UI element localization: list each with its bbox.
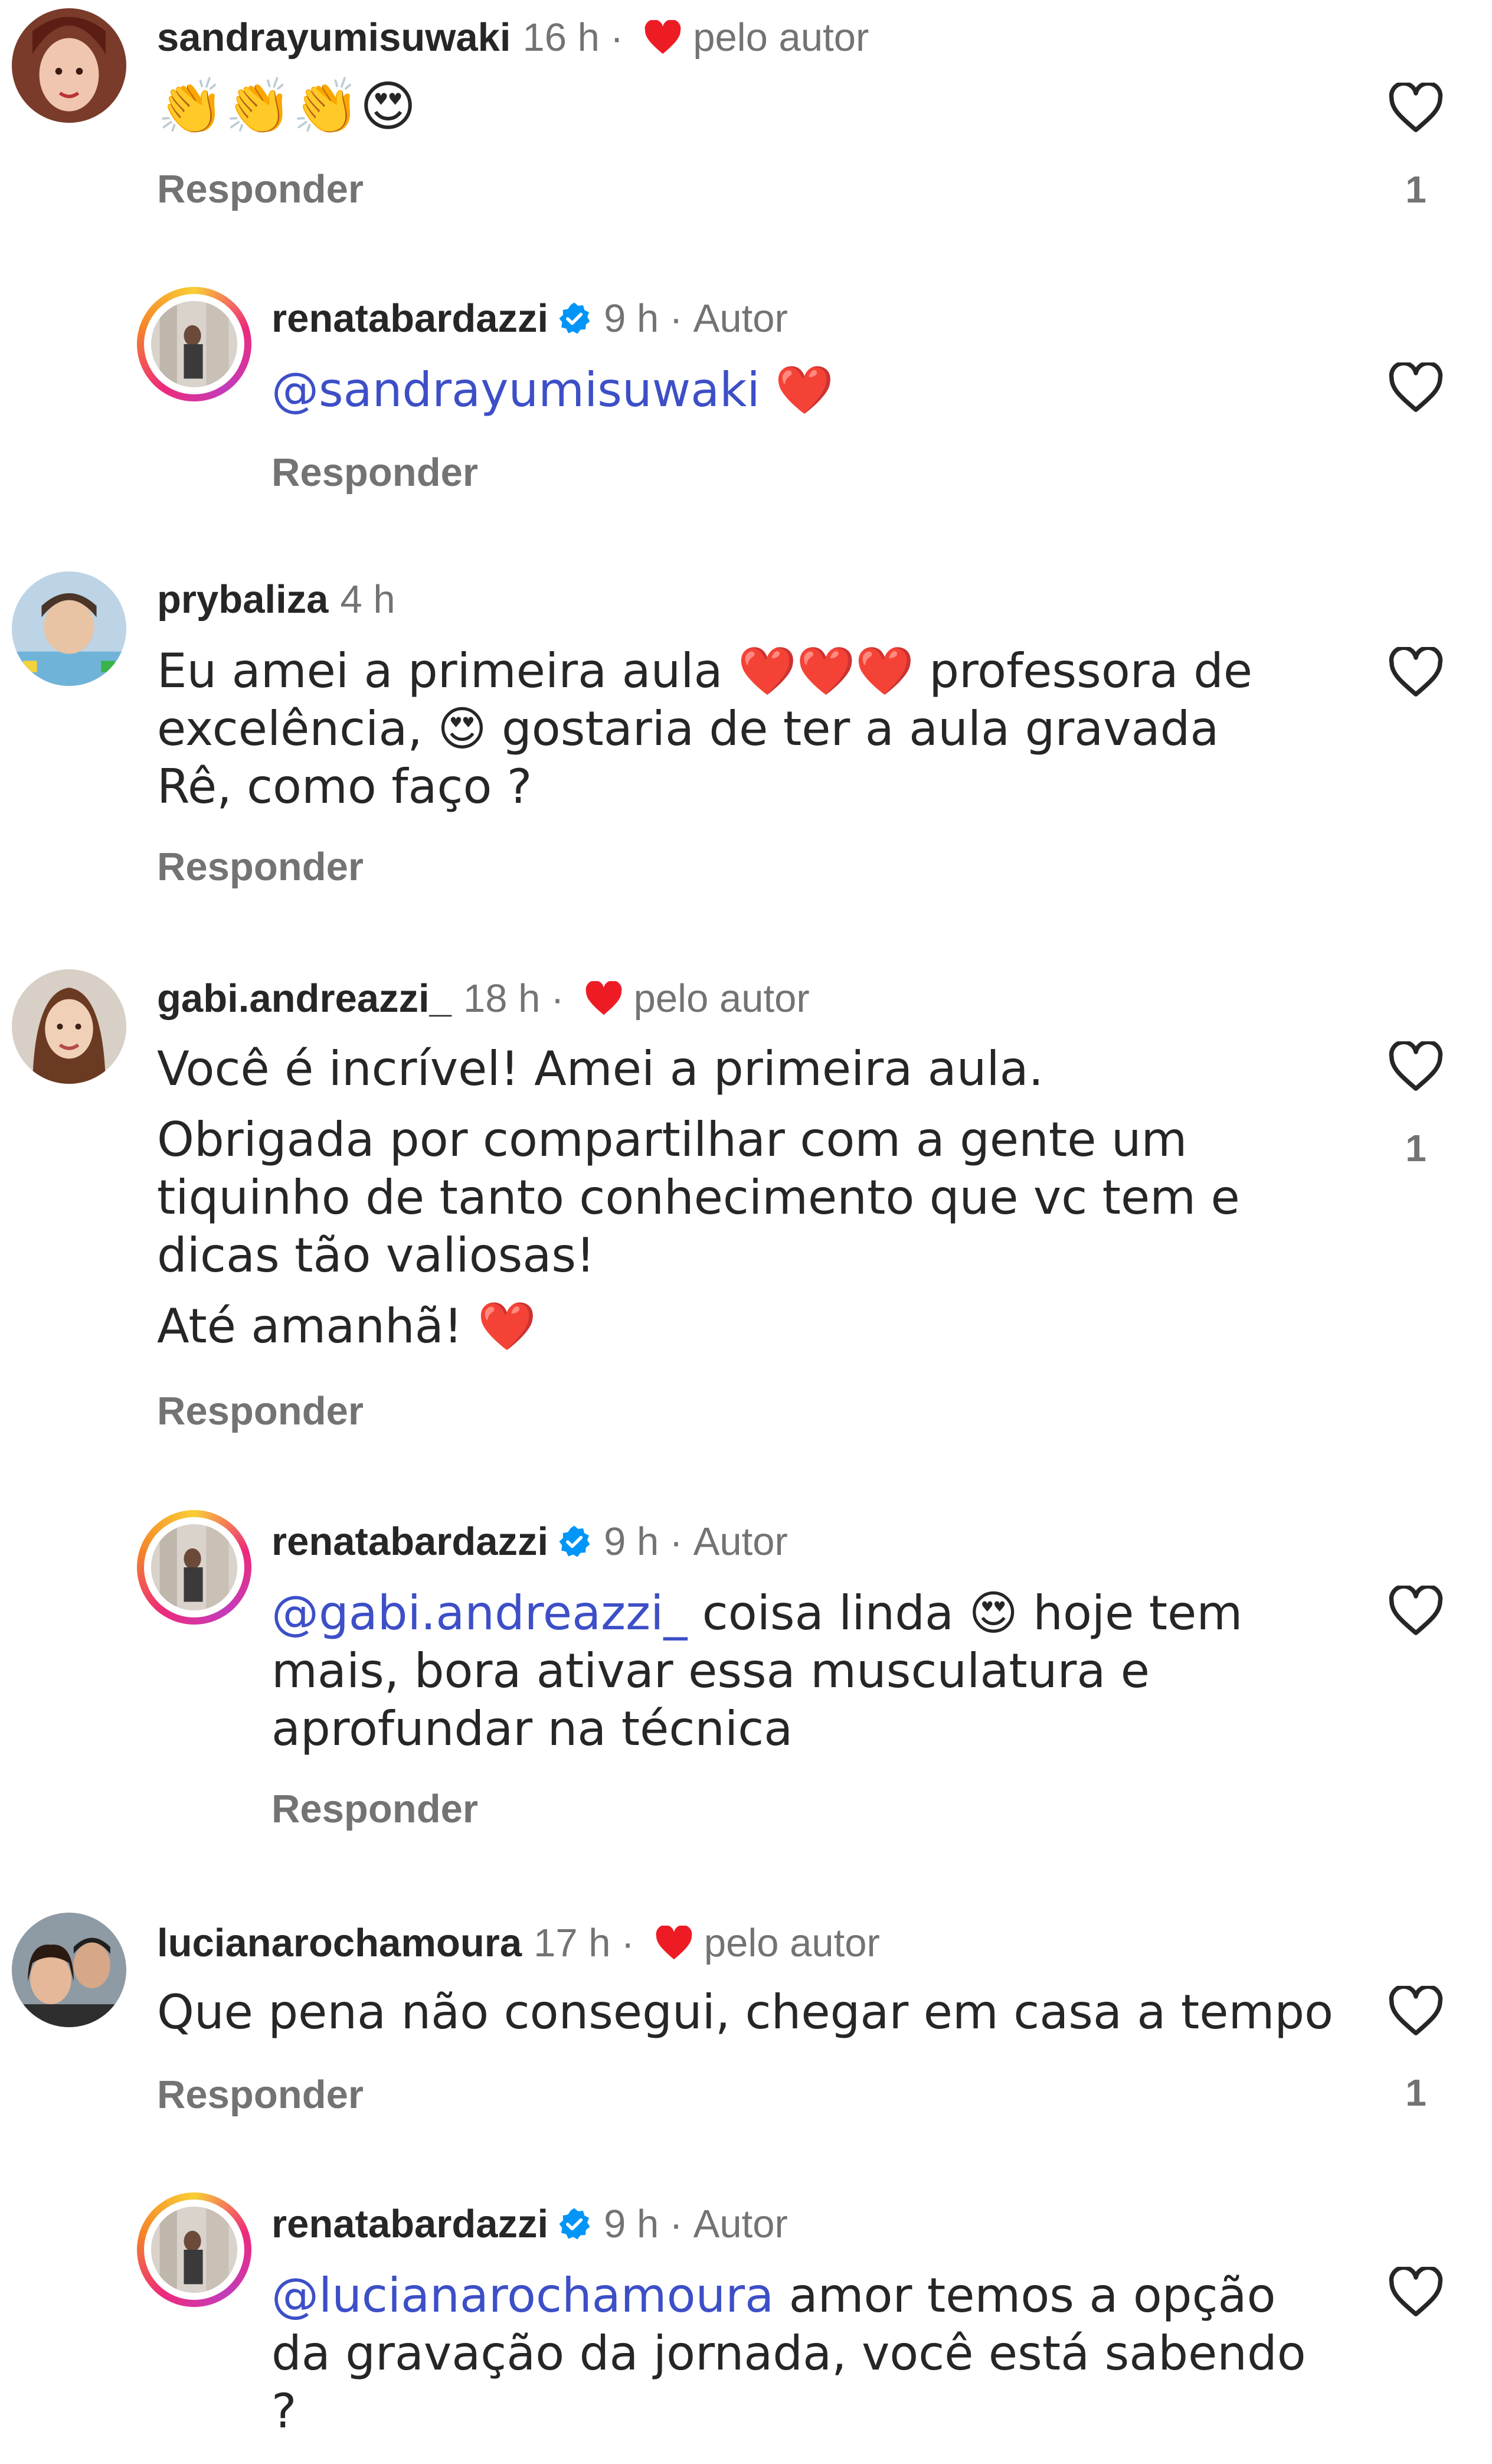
like-control	[1383, 647, 1448, 732]
reply-button[interactable]: Responder	[271, 1786, 478, 1832]
like-control	[1383, 2267, 1448, 2352]
comment-time: 9 h	[604, 296, 659, 341]
comment-username[interactable]: lucianarochamoura	[157, 1920, 522, 1967]
comment-text: @sandrayumisuwaki ❤️	[271, 361, 1310, 419]
verified-badge-icon	[557, 301, 592, 336]
comment-time: 17 h	[534, 1921, 611, 1965]
comment-text: Você é incrível! Amei a primeira aula. O…	[157, 1040, 1308, 1368]
separator-dot: ·	[669, 296, 683, 341]
avatar-story-ring[interactable]	[137, 287, 251, 401]
mention-link[interactable]: @sandrayumisuwaki	[271, 362, 760, 417]
comment-username[interactable]: gabi.andreazzi_	[157, 975, 451, 1022]
comment-paragraph: Você é incrível! Amei a primeira aula.	[157, 1041, 1044, 1096]
avatar-image	[12, 8, 126, 123]
heart-outline-icon[interactable]	[1388, 83, 1444, 133]
author-badge: Autor	[693, 296, 788, 341]
comment-paragraph: Obrigada por compartilhar com a gente um…	[157, 1112, 1240, 1283]
comment-body: ❤️	[760, 362, 834, 417]
separator-dot: ·	[621, 1921, 634, 1965]
reply-button[interactable]: Responder	[157, 844, 364, 890]
avatar-image	[12, 969, 126, 1084]
like-control: 1	[1383, 1986, 1448, 2115]
avatar[interactable]	[12, 571, 126, 686]
heart-outline-icon[interactable]	[1388, 1986, 1444, 2037]
author-badge: Autor	[693, 1519, 788, 1564]
comment-text: 👏👏👏😍	[157, 75, 417, 138]
avatar[interactable]	[12, 1913, 126, 2027]
heart-filled-icon	[584, 981, 623, 1017]
liked-by-author-label: pelo autor	[693, 15, 869, 60]
comment-time: 16 h	[522, 15, 600, 60]
like-count: 1	[1405, 168, 1426, 211]
verified-badge-icon	[557, 1524, 592, 1560]
comment-time: 9 h	[604, 1519, 659, 1564]
separator-dot: ·	[551, 976, 564, 1021]
avatar-image	[12, 1913, 126, 2027]
liked-by-author-label: pelo autor	[633, 976, 810, 1021]
reply-button[interactable]: Responder	[157, 2072, 364, 2117]
like-control: 1	[1383, 1041, 1448, 1170]
separator-dot: ·	[669, 2202, 683, 2246]
reply-button[interactable]: Responder	[271, 450, 478, 495]
heart-filled-icon	[655, 1926, 693, 1961]
liked-by-author-label: pelo autor	[704, 1921, 880, 1965]
comment-username[interactable]: renatabardazzi	[271, 2201, 548, 2248]
like-control: 1	[1383, 83, 1448, 211]
heart-outline-icon[interactable]	[1388, 1041, 1444, 1092]
mention-link[interactable]: @gabi.andreazzi_	[271, 1586, 687, 1641]
comment-time: 9 h	[604, 2202, 659, 2246]
comment-username[interactable]: renatabardazzi	[271, 295, 548, 342]
comments-list: sandrayumisuwaki 16 h · pelo autor 👏👏👏😍 …	[0, 0, 1492, 2464]
heart-outline-icon[interactable]	[1388, 647, 1444, 698]
avatar[interactable]	[12, 969, 126, 1084]
mention-link[interactable]: @lucianarochamoura	[271, 2268, 774, 2323]
avatar-image	[151, 1524, 237, 1610]
like-control	[1383, 362, 1448, 447]
comment-paragraph: Até amanhã! ❤️	[157, 1299, 536, 1354]
reply-button[interactable]: Responder	[157, 1388, 364, 1434]
reply-button[interactable]: Responder	[157, 166, 364, 212]
like-count: 1	[1405, 2071, 1426, 2114]
comment-username[interactable]: renatabardazzi	[271, 1518, 548, 1566]
separator-dot: ·	[669, 1519, 683, 1564]
comment-text: Que pena não consegui, chegar em casa a …	[157, 1985, 1334, 2040]
comment-text: @gabi.andreazzi_ coisa linda 😍 hoje tem …	[271, 1584, 1310, 1758]
heart-outline-icon[interactable]	[1388, 1586, 1444, 1636]
comment-username[interactable]: sandrayumisuwaki	[157, 14, 511, 61]
avatar-image	[151, 2207, 237, 2293]
avatar-image	[151, 301, 237, 387]
comment-time: 4 h	[340, 577, 395, 622]
avatar-story-ring[interactable]	[137, 2192, 251, 2307]
separator-dot: ·	[610, 15, 624, 60]
author-badge: Autor	[693, 2202, 788, 2246]
comment-username[interactable]: prybaliza	[157, 576, 328, 623]
like-count: 1	[1405, 1127, 1426, 1169]
heart-outline-icon[interactable]	[1388, 2267, 1444, 2318]
comment-text: Eu amei a primeira aula ❤️❤️❤️ professor…	[157, 643, 1253, 814]
heart-filled-icon	[643, 20, 682, 55]
avatar-image	[12, 571, 126, 686]
like-control	[1383, 1586, 1448, 1671]
comment-time: 18 h	[463, 976, 541, 1021]
verified-badge-icon	[557, 2207, 592, 2242]
comment-text: @lucianarochamoura amor temos a opção da…	[271, 2267, 1310, 2440]
heart-outline-icon[interactable]	[1388, 362, 1444, 413]
avatar-story-ring[interactable]	[137, 1510, 251, 1625]
avatar[interactable]	[12, 8, 126, 123]
